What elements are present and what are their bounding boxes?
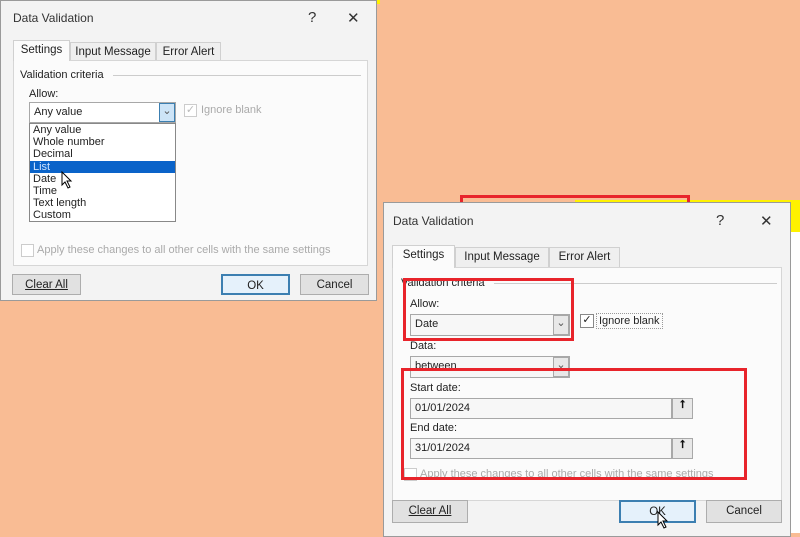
tab-error-alert[interactable]: Error Alert <box>549 247 620 267</box>
help-button[interactable]: ? <box>716 212 724 229</box>
close-button[interactable]: ✕ <box>760 212 773 230</box>
ignore-blank-checkbox[interactable]: ✓ <box>184 104 197 117</box>
tab-settings[interactable]: Settings <box>392 245 455 268</box>
chevron-down-icon[interactable]: ⌄ <box>159 103 175 122</box>
close-button[interactable]: ✕ <box>347 9 360 27</box>
data-validation-dialog-1: Data Validation ? ✕ Settings Input Messa… <box>0 0 377 301</box>
mouse-cursor-icon <box>61 171 73 189</box>
clear-all-button[interactable]: Clear All <box>392 500 468 523</box>
mouse-cursor-icon <box>657 511 669 529</box>
tab-input-message[interactable]: Input Message <box>70 42 156 60</box>
tab-error-alert[interactable]: Error Alert <box>156 42 221 60</box>
option-text-length[interactable]: Text length <box>30 197 175 209</box>
option-custom[interactable]: Custom <box>30 209 175 221</box>
highlight-box-allow <box>403 278 574 341</box>
tab-input-message[interactable]: Input Message <box>455 247 549 267</box>
allow-label: Allow: <box>29 88 59 100</box>
highlight-box-dates <box>401 368 747 480</box>
ignore-blank-label: Ignore blank <box>596 313 663 329</box>
option-date[interactable]: Date <box>30 173 175 185</box>
option-whole-number[interactable]: Whole number <box>30 136 175 148</box>
clear-all-button[interactable]: Clear All <box>12 274 81 295</box>
cancel-button[interactable]: Cancel <box>300 274 369 295</box>
option-any-value[interactable]: Any value <box>30 124 175 136</box>
ok-button[interactable]: OK <box>221 274 290 295</box>
help-button[interactable]: ? <box>308 9 316 26</box>
tab-settings[interactable]: Settings <box>13 40 70 61</box>
ignore-blank-checkbox[interactable]: ✓ <box>580 314 594 328</box>
cancel-button[interactable]: Cancel <box>706 500 782 523</box>
allow-dropdown[interactable]: Any value <box>29 102 176 123</box>
ignore-blank-label: Ignore blank <box>201 104 262 116</box>
divider <box>113 75 361 76</box>
option-list[interactable]: List <box>30 160 175 173</box>
allow-options-list[interactable]: Any value Whole number Decimal List Date… <box>29 123 176 222</box>
apply-all-label: Apply these changes to all other cells w… <box>37 244 331 256</box>
section-label: Validation criteria <box>20 69 104 81</box>
option-time[interactable]: Time <box>30 185 175 197</box>
dialog-title: Data Validation <box>393 214 474 228</box>
dialog-title: Data Validation <box>13 11 94 25</box>
option-decimal[interactable]: Decimal <box>30 148 175 160</box>
clear-all-label: Clear All <box>408 505 452 517</box>
apply-all-checkbox[interactable] <box>21 244 34 257</box>
data-label: Data: <box>410 340 437 352</box>
clear-all-label: Clear All <box>25 279 68 291</box>
